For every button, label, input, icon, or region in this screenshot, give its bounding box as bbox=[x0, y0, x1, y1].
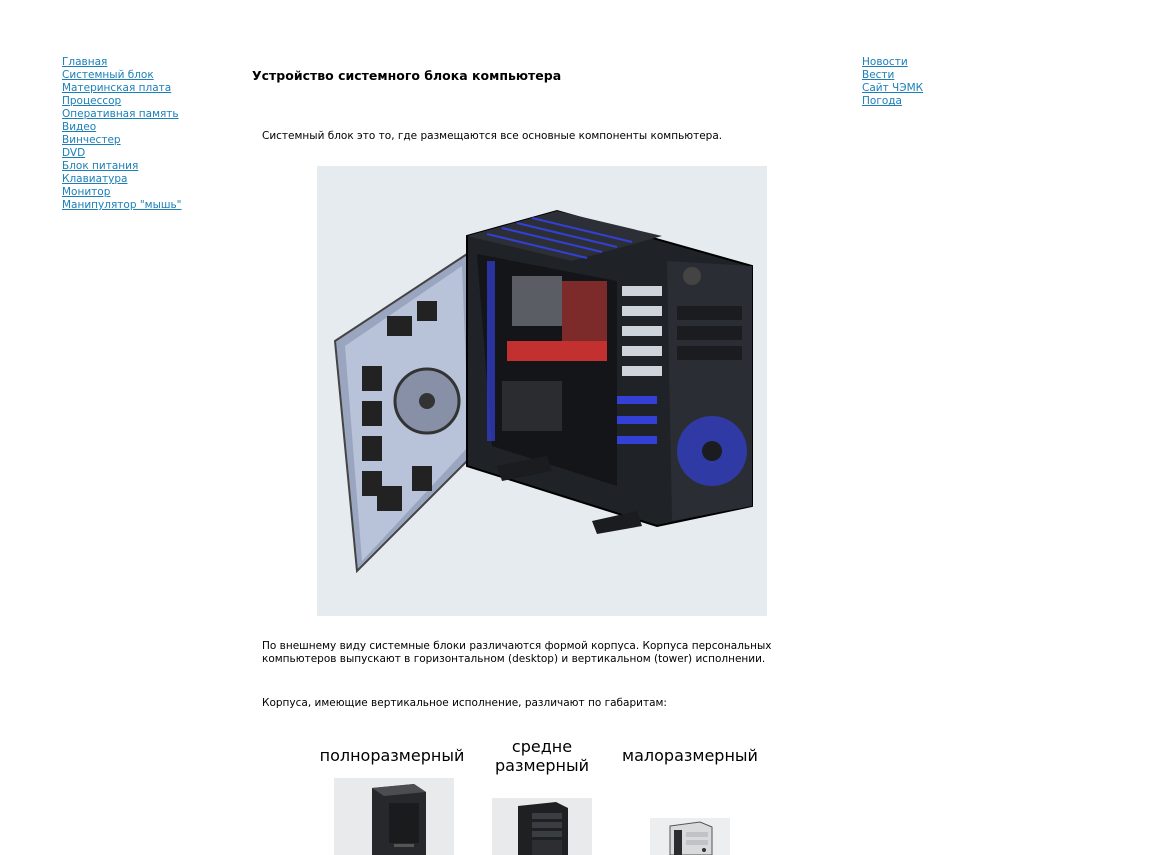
nav-link-vesti[interactable]: Вести bbox=[862, 69, 923, 82]
mid-size-text-line-1: средне bbox=[511, 737, 573, 756]
nav-link-keyboard[interactable]: Клавиатура bbox=[62, 173, 182, 186]
nav-link-dvd[interactable]: DVD bbox=[62, 147, 182, 160]
full-size-case-image bbox=[334, 778, 454, 855]
full-size-label: полноразмерный bbox=[316, 746, 468, 765]
full-size-case-illustration bbox=[372, 784, 426, 855]
nav-link-chemk-site[interactable]: Сайт ЧЭМК bbox=[862, 82, 923, 95]
nav-link-ram[interactable]: Оперативная память bbox=[62, 108, 182, 121]
nav-link-hdd[interactable]: Винчестер bbox=[62, 134, 182, 147]
intro-text: Системный блок это то, где размещаются в… bbox=[262, 130, 723, 142]
small-size-label: малоразмерный bbox=[617, 746, 763, 765]
mid-size-case-illustration bbox=[518, 802, 568, 855]
nav-link-system-unit[interactable]: Системный блок bbox=[62, 69, 182, 82]
nav-link-video[interactable]: Видео bbox=[62, 121, 182, 134]
full-size-text: полноразмерный bbox=[319, 746, 465, 765]
nav-link-mouse[interactable]: Манипулятор "мышь" bbox=[62, 199, 182, 212]
nav-link-news[interactable]: Новости bbox=[862, 56, 923, 69]
nav-link-motherboard[interactable]: Материнская плата bbox=[62, 82, 182, 95]
nav-link-psu[interactable]: Блок питания bbox=[62, 160, 182, 173]
small-size-case-image bbox=[650, 818, 730, 855]
form-factor-paragraph: По внешнему виду системные блоки различа… bbox=[262, 640, 782, 666]
mid-size-label: средне размерный bbox=[487, 737, 597, 775]
left-nav: Главная Системный блок Материнская плата… bbox=[62, 56, 182, 212]
nav-link-weather[interactable]: Погода bbox=[862, 95, 923, 108]
pc-case-image bbox=[317, 166, 767, 616]
nav-link-monitor[interactable]: Монитор bbox=[62, 186, 182, 199]
form-factor-line-2: компьютеров выпускают в горизонтальном (… bbox=[262, 653, 766, 665]
small-size-case-illustration bbox=[669, 821, 713, 855]
mid-size-text-line-2: размерный bbox=[494, 756, 590, 775]
small-size-text: малоразмерный bbox=[622, 746, 758, 765]
mid-size-case-image bbox=[492, 798, 592, 855]
tower-sizes-intro: Корпуса, имеющие вертикальное исполнение… bbox=[262, 697, 667, 709]
form-factor-line-1: По внешнему виду системные блоки различа… bbox=[262, 640, 772, 652]
nav-link-home[interactable]: Главная bbox=[62, 56, 182, 69]
pc-case-illustration bbox=[333, 209, 753, 574]
right-nav: Новости Вести Сайт ЧЭМК Погода bbox=[862, 56, 923, 108]
page-title: Устройство системного блока компьютера bbox=[252, 68, 562, 83]
nav-link-processor[interactable]: Процессор bbox=[62, 95, 182, 108]
